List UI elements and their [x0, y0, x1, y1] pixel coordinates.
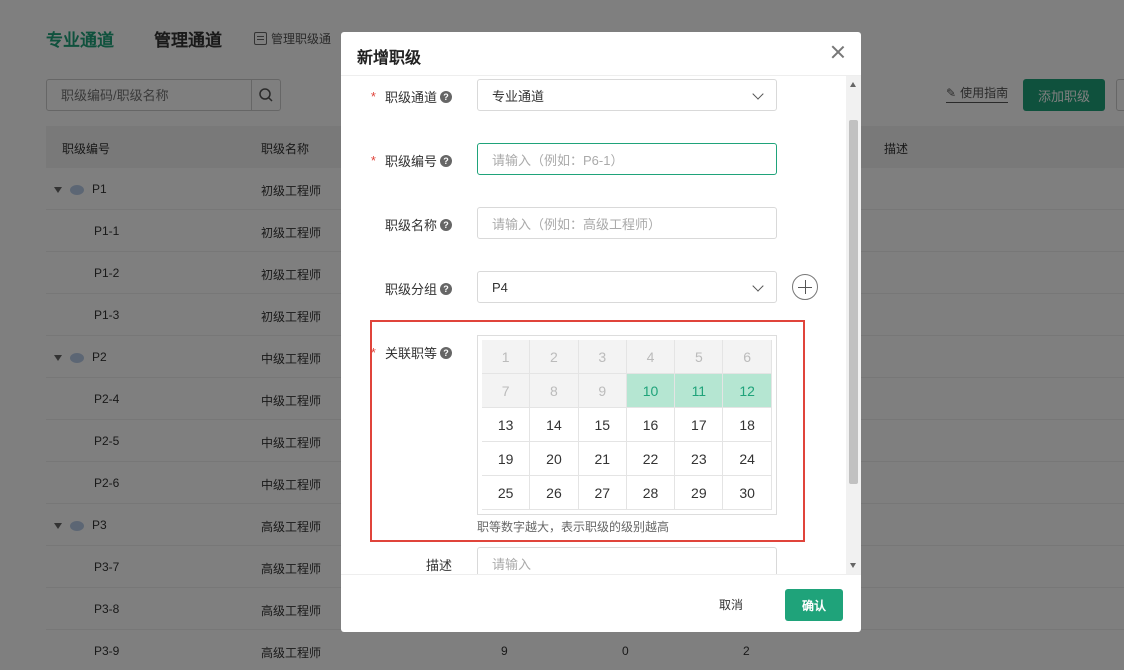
- dialog-title: 新增职级: [357, 50, 422, 67]
- close-icon[interactable]: [831, 45, 845, 59]
- scroll-up-icon[interactable]: [850, 82, 856, 87]
- scrollbar[interactable]: [846, 76, 861, 574]
- code-placeholder: 请输入（例如：P6-1）: [492, 152, 624, 168]
- chevron-down-icon: [752, 88, 764, 100]
- help-icon[interactable]: ?: [440, 282, 452, 295]
- desc-label: 描述: [426, 555, 452, 574]
- group-select[interactable]: P4: [477, 271, 777, 303]
- name-label-text: 职级名称: [384, 218, 437, 233]
- required-mark: *: [370, 153, 376, 168]
- channel-label-text: 职级通道: [384, 90, 437, 105]
- channel-select[interactable]: 专业通道: [477, 79, 777, 111]
- name-label: 职级名称 ?: [385, 215, 452, 234]
- group-label-text: 职级分组: [384, 282, 437, 297]
- highlight-box: [370, 320, 805, 542]
- scroll-thumb[interactable]: [849, 120, 858, 484]
- desc-label-text: 描述: [425, 558, 452, 573]
- code-label: * 职级编号 ?: [371, 151, 452, 170]
- confirm-button[interactable]: 确认: [785, 589, 843, 621]
- add-group-button[interactable]: [792, 274, 818, 300]
- dialog-header: 新增职级: [341, 32, 861, 76]
- help-icon[interactable]: ?: [440, 218, 452, 231]
- help-icon[interactable]: ?: [440, 90, 452, 103]
- channel-value: 专业通道: [492, 88, 545, 104]
- name-placeholder: 请输入（例如：高级工程师）: [492, 216, 662, 232]
- cancel-button[interactable]: 取消: [719, 596, 743, 613]
- channel-label: * 职级通道 ?: [371, 87, 452, 106]
- name-input[interactable]: 请输入（例如：高级工程师）: [477, 207, 777, 239]
- dialog-body: * 职级通道 ? 专业通道 * 职级编号 ? 请输入（例如：P6-1） 职级名称…: [341, 76, 846, 574]
- dialog-footer: 取消 确认: [341, 574, 861, 632]
- desc-input[interactable]: 请输入: [477, 547, 777, 574]
- group-value: P4: [492, 279, 508, 295]
- code-label-text: 职级编号: [384, 154, 437, 169]
- required-mark: *: [370, 89, 376, 104]
- help-icon[interactable]: ?: [440, 154, 452, 167]
- scroll-down-icon[interactable]: [850, 563, 856, 568]
- code-input[interactable]: 请输入（例如：P6-1）: [477, 143, 777, 175]
- add-grade-dialog: 新增职级 * 职级通道 ? 专业通道 * 职级编号 ? 请输入（例如：P6-1）…: [341, 32, 861, 632]
- group-label: 职级分组 ?: [385, 279, 452, 298]
- desc-placeholder: 请输入: [492, 556, 532, 572]
- chevron-down-icon: [752, 280, 764, 292]
